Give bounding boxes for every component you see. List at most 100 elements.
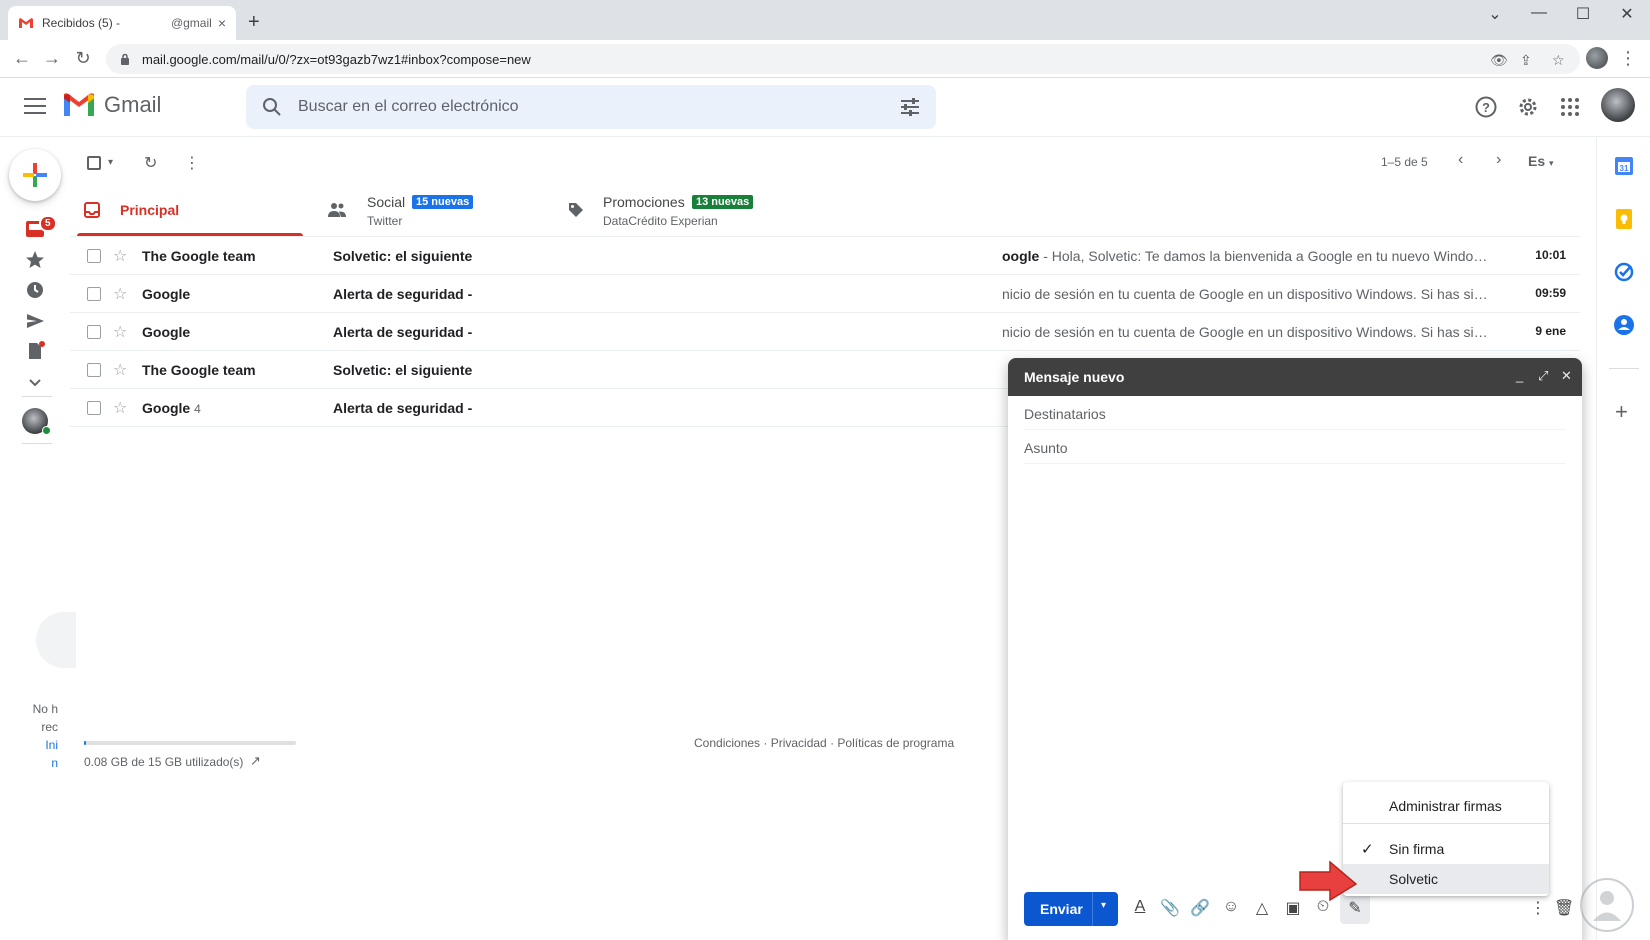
close-compose-icon[interactable]: ✕	[1561, 368, 1572, 384]
email-subject: Alerta de seguridad -	[333, 400, 473, 416]
email-row[interactable]: ☆ Google Alerta de seguridad - nicio de …	[70, 313, 1580, 351]
signature-item-sin-firma[interactable]: ✓ Sin firma	[1343, 834, 1549, 864]
email-sender: The Google team	[142, 362, 256, 378]
compose-button[interactable]	[9, 149, 61, 201]
insert-emoji-icon[interactable]: ☺	[1221, 898, 1241, 916]
tab-promociones[interactable]: Promociones 13 nuevas DataCrédito Experi…	[550, 183, 790, 237]
refresh-icon[interactable]: ↻	[144, 153, 157, 173]
calendar-icon[interactable]: 31	[1613, 155, 1635, 177]
insert-link-icon[interactable]: 🔗	[1190, 898, 1210, 918]
keep-icon[interactable]	[1613, 208, 1635, 230]
contacts-icon[interactable]	[1613, 314, 1635, 336]
sent-icon[interactable]	[24, 310, 46, 332]
signature-item-solvetic[interactable]: Solvetic	[1343, 864, 1549, 894]
star-icon[interactable]: ☆	[113, 398, 127, 418]
maximize-button[interactable]: ☐	[1568, 4, 1598, 24]
star-icon[interactable]: ☆	[113, 284, 127, 304]
send-button[interactable]: Enviar ▾	[1024, 892, 1118, 926]
mail-search-box[interactable]: Buscar en el correo electrónico	[246, 85, 936, 129]
insert-drive-icon[interactable]: △	[1252, 898, 1272, 918]
share-icon[interactable]: ⇪	[1520, 52, 1532, 69]
compose-header[interactable]: Mensaje nuevo _ ⤢ ✕	[1008, 358, 1582, 396]
help-icon[interactable]: ?	[1474, 95, 1498, 119]
more-chevron-down-icon[interactable]	[24, 372, 46, 394]
new-tab-button[interactable]: +	[248, 12, 260, 32]
tab-close-icon[interactable]: ×	[218, 15, 226, 31]
reload-button[interactable]: ↻	[71, 48, 95, 69]
category-tabs: Principal Social 15 nuevas Twitter Promo…	[70, 183, 1580, 237]
close-window-button[interactable]: ✕	[1612, 4, 1642, 24]
subject-field[interactable]: Asunto	[1024, 430, 1566, 464]
eye-icon[interactable]: 👁	[1490, 52, 1508, 69]
hint-link-2[interactable]: n	[20, 754, 58, 772]
back-button[interactable]: ←	[10, 48, 34, 69]
browser-tab-gmail[interactable]: Recibidos (5) - @gmail ×	[8, 6, 236, 40]
open-in-new-icon[interactable]: ↗	[250, 753, 261, 769]
star-icon[interactable]: ☆	[113, 360, 127, 380]
tab-promociones-sub: DataCrédito Experian	[603, 214, 718, 228]
meet-placeholder-image	[36, 612, 76, 668]
apps-grid-icon[interactable]	[1558, 95, 1582, 119]
main-menu-icon[interactable]	[24, 98, 46, 114]
annotation-arrow-icon	[1299, 860, 1358, 902]
sender-name: The Google team	[142, 248, 256, 264]
tab-principal[interactable]: Principal	[70, 183, 310, 237]
search-options-icon[interactable]	[900, 98, 920, 116]
next-page-chevron-icon[interactable]: ›	[1496, 151, 1501, 169]
hint-link-1[interactable]: Ini	[20, 736, 58, 754]
snippet-text: nicio de sesión en tu cuenta de Google e…	[1002, 286, 1488, 302]
send-options-caret-icon[interactable]: ▾	[1101, 900, 1106, 911]
email-row[interactable]: ☆ Google Alerta de seguridad - nicio de …	[70, 275, 1580, 313]
email-sender: Google	[142, 286, 190, 302]
sender-name: The Google team	[142, 362, 256, 378]
row-checkbox[interactable]	[87, 287, 101, 301]
prev-page-chevron-icon[interactable]: ‹	[1458, 151, 1463, 169]
online-status-dot	[42, 426, 51, 435]
star-icon[interactable]: ☆	[113, 322, 127, 342]
svg-text:31: 31	[1620, 164, 1629, 173]
starred-icon[interactable]	[24, 249, 46, 271]
formatting-options-icon[interactable]: A	[1130, 898, 1150, 916]
star-icon[interactable]: ☆	[113, 246, 127, 266]
active-tab-indicator	[77, 233, 303, 236]
discard-draft-trash-icon[interactable]: 🗑	[1554, 898, 1574, 918]
drafts-icon[interactable]	[24, 340, 46, 362]
more-compose-options-icon[interactable]: ⋮	[1528, 898, 1548, 918]
recipients-placeholder: Destinatarios	[1024, 406, 1106, 422]
tab-social[interactable]: Social 15 nuevas Twitter	[310, 183, 550, 237]
row-checkbox[interactable]	[87, 363, 101, 377]
minimize-compose-icon[interactable]: _	[1516, 368, 1523, 383]
add-addon-plus-icon[interactable]: +	[1615, 399, 1628, 425]
fullscreen-compose-icon[interactable]: ⤢	[1538, 368, 1548, 384]
snippet-bold: oogle	[1002, 248, 1040, 264]
tasks-icon[interactable]	[1613, 261, 1635, 283]
gmail-logo[interactable]: Gmail	[62, 92, 161, 118]
footer-links[interactable]: Condiciones · Privacidad · Políticas de …	[694, 736, 954, 750]
input-language-selector[interactable]: Es ▾	[1528, 153, 1554, 169]
email-row[interactable]: ☆ The Google team Solvetic: el siguiente…	[70, 237, 1580, 275]
browser-profile-avatar[interactable]	[1586, 47, 1608, 69]
account-avatar[interactable]	[1601, 88, 1635, 122]
sender-name: Google	[142, 286, 191, 302]
bookmark-star-icon[interactable]: ☆	[1552, 52, 1565, 69]
tab-search-icon[interactable]: ⌄	[1480, 4, 1510, 24]
snoozed-clock-icon[interactable]	[24, 279, 46, 301]
settings-gear-icon[interactable]	[1516, 95, 1540, 119]
row-checkbox[interactable]	[87, 249, 101, 263]
browser-menu-button[interactable]: ⋮	[1616, 48, 1640, 69]
row-checkbox[interactable]	[87, 325, 101, 339]
select-all-checkbox[interactable]	[87, 156, 101, 170]
recipients-field[interactable]: Destinatarios	[1024, 396, 1566, 430]
manage-signatures-item[interactable]: Administrar firmas	[1343, 791, 1549, 821]
email-subject: Alerta de seguridad -	[333, 286, 473, 302]
email-sender: Google 4	[142, 400, 201, 416]
email-subject: Alerta de seguridad -	[333, 324, 473, 340]
attach-file-icon[interactable]: 📎	[1160, 898, 1180, 918]
minimize-button[interactable]: —	[1524, 4, 1554, 22]
row-checkbox[interactable]	[87, 401, 101, 415]
address-bar[interactable]: mail.google.com/mail/u/0/?zx=ot93gazb7wz…	[106, 44, 1580, 74]
forward-button[interactable]: →	[40, 48, 64, 69]
select-caret-icon[interactable]: ▾	[108, 157, 113, 168]
search-icon[interactable]	[262, 97, 282, 117]
more-options-icon[interactable]: ⋮	[184, 153, 200, 173]
